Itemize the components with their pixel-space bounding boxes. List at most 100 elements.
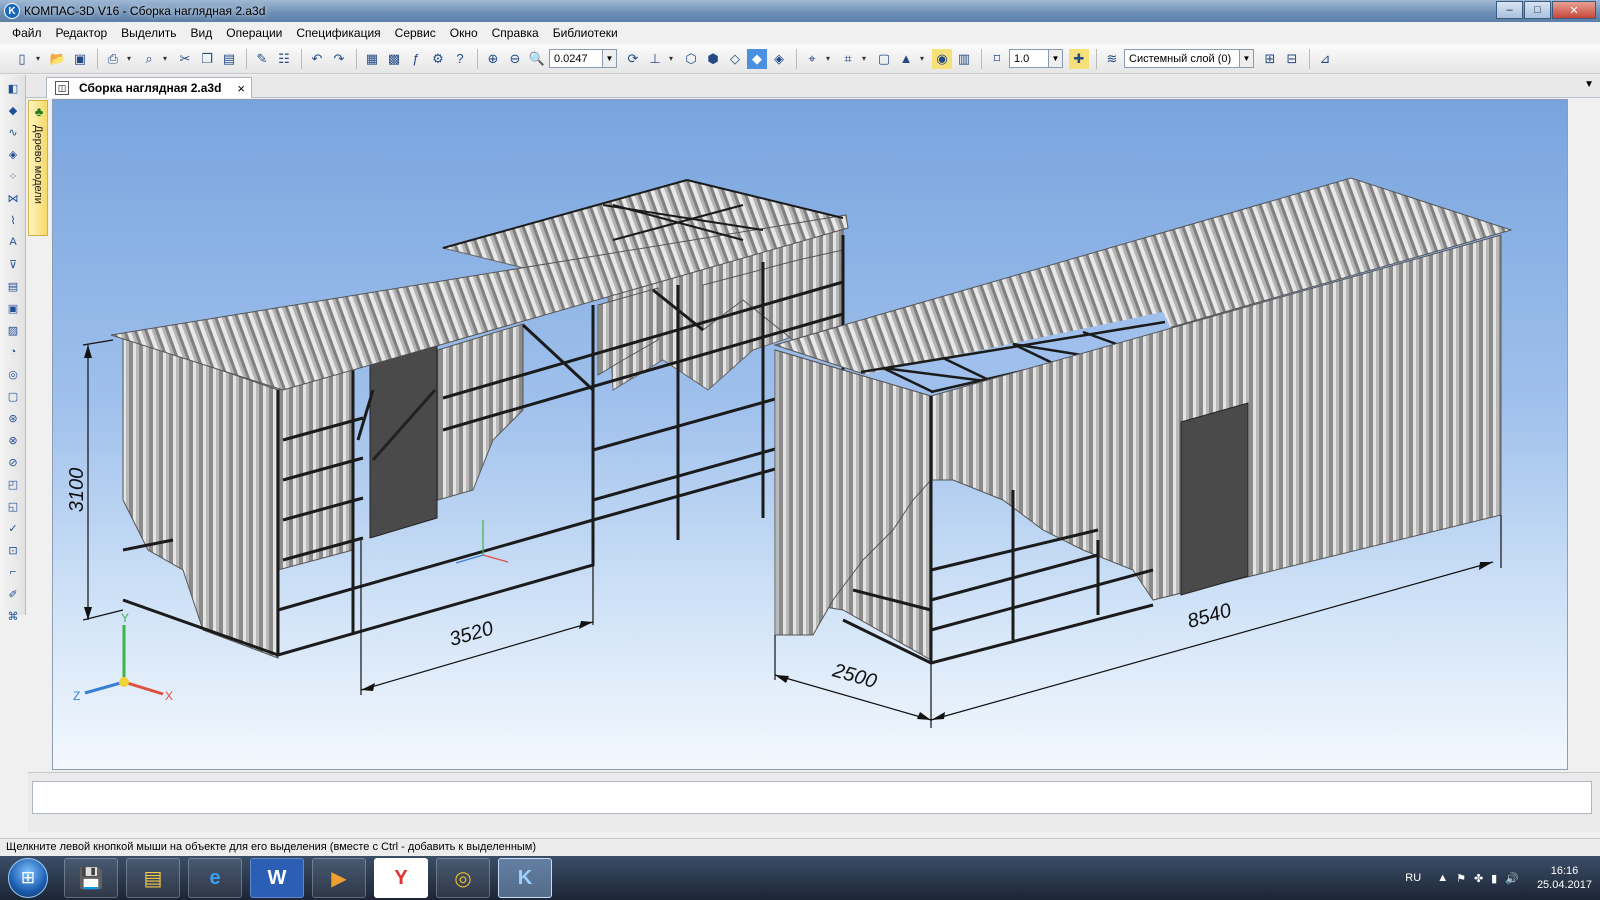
clock[interactable]: 16:16 25.04.2017 xyxy=(1537,864,1592,892)
no-hidden-lines-icon[interactable]: ◇ xyxy=(725,49,745,69)
save-icon[interactable]: ▣ xyxy=(70,49,90,69)
measure-icon[interactable]: ⚙ xyxy=(428,49,448,69)
properties-field[interactable] xyxy=(32,781,1592,814)
section-icon[interactable]: ◰ xyxy=(4,475,22,493)
layers-icon[interactable]: ≋ xyxy=(1102,49,1122,69)
weld-icon[interactable]: ⊛ xyxy=(4,409,22,427)
properties-icon[interactable]: ☷ xyxy=(274,49,294,69)
network-icon[interactable]: ▮ xyxy=(1491,872,1497,885)
edit-part-icon[interactable]: ▲ xyxy=(896,49,916,69)
cube-icon[interactable]: ◆ xyxy=(4,101,22,119)
open-icon[interactable]: 📂 xyxy=(48,49,68,69)
start-button[interactable]: ⊞ xyxy=(8,858,48,898)
layer-dropdown-icon[interactable]: ▼ xyxy=(1240,49,1254,68)
menu-window[interactable]: Окно xyxy=(450,26,478,40)
local-cs-icon[interactable]: ⊞ xyxy=(1260,49,1280,69)
constraints-icon[interactable]: ⊟ xyxy=(1282,49,1302,69)
zoom-window-icon[interactable]: ⊕ xyxy=(483,49,503,69)
menu-file[interactable]: Файл xyxy=(12,26,42,40)
snap-icon[interactable]: ⌗ xyxy=(838,49,858,69)
print-icon[interactable]: ⎙ xyxy=(103,49,123,69)
zoom-all-icon[interactable]: ⊖ xyxy=(505,49,525,69)
format-painter-icon[interactable]: ✎ xyxy=(252,49,272,69)
array-icon[interactable]: ⁘ xyxy=(4,167,22,185)
annotation-icon[interactable]: A xyxy=(4,233,22,251)
taskbar-chrome-icon[interactable]: ◎ xyxy=(436,858,490,898)
shaded-edges-icon[interactable]: ◈ xyxy=(769,49,789,69)
manager-icon[interactable]: ▦ xyxy=(362,49,382,69)
drawing-icon[interactable]: ⌘ xyxy=(4,607,22,625)
left-door[interactable] xyxy=(369,345,438,539)
edit-icon[interactable]: ✓ xyxy=(4,519,22,537)
new-document-icon[interactable]: ▯ xyxy=(12,49,32,69)
language-indicator[interactable]: RU xyxy=(1405,872,1421,884)
orientation-dropdown-icon[interactable]: ▾ xyxy=(667,49,675,69)
part-icon[interactable]: ▢ xyxy=(874,49,894,69)
display-icon[interactable]: ◉ xyxy=(932,48,952,69)
sheet-metal-icon[interactable]: ◎ xyxy=(4,365,22,383)
menu-service[interactable]: Сервис xyxy=(395,26,436,40)
mate-icon[interactable]: ⋈ xyxy=(4,189,22,207)
help-pointer-icon[interactable]: ? xyxy=(450,49,470,69)
menu-libraries[interactable]: Библиотеки xyxy=(553,26,618,40)
tray-app-icon[interactable]: ✤ xyxy=(1474,872,1483,885)
frame-icon[interactable]: ▢ xyxy=(4,387,22,405)
3d-viewport[interactable]: 3100 3520 2500 8540 Y X Z xyxy=(52,99,1568,770)
edit-part-dropdown-icon[interactable]: ▾ xyxy=(918,49,926,69)
close-button[interactable]: ✕ xyxy=(1552,1,1596,19)
redo-icon[interactable]: ↷ xyxy=(329,49,349,69)
layout-icon[interactable]: ▥ xyxy=(954,49,974,69)
taskbar-yandex-icon[interactable]: Y xyxy=(374,858,428,898)
taskbar-word-icon[interactable]: W xyxy=(250,858,304,898)
undo-icon[interactable]: ↶ xyxy=(307,49,327,69)
menu-help[interactable]: Справка xyxy=(492,26,539,40)
assembly-tool-icon[interactable]: ⊿ xyxy=(1315,49,1335,69)
taskbar-ie-icon[interactable]: e xyxy=(188,858,242,898)
taskbar-explorer-icon[interactable]: ▤ xyxy=(126,858,180,898)
picture-icon[interactable]: ▨ xyxy=(4,321,22,339)
step-input[interactable] xyxy=(1009,49,1049,68)
paste-icon[interactable]: ▤ xyxy=(219,49,239,69)
maximize-button[interactable]: □ xyxy=(1524,1,1551,19)
new-dropdown-icon[interactable]: ▾ xyxy=(34,49,42,69)
zoom-dropdown-icon[interactable]: ▼ xyxy=(603,49,617,68)
document-tab[interactable]: ◫ Сборка наглядная 2.a3d × xyxy=(46,77,252,98)
wireframe-icon[interactable]: ⬡ xyxy=(681,49,701,69)
right-module[interactable] xyxy=(773,177,1513,665)
snap-dropdown-icon[interactable]: ▾ xyxy=(860,49,868,69)
shaded-icon[interactable]: ◆ xyxy=(747,48,767,69)
menu-operations[interactable]: Операции xyxy=(226,26,282,40)
menu-select[interactable]: Выделить xyxy=(121,26,176,40)
tab-overflow-icon[interactable]: ▼ xyxy=(1584,79,1594,90)
bolt-icon[interactable]: ⊗ xyxy=(4,431,22,449)
menu-view[interactable]: Вид xyxy=(191,26,213,40)
selection-filter-icon[interactable]: ⌖ xyxy=(802,49,822,69)
rotate-icon[interactable]: ⟳ xyxy=(623,49,643,69)
selection-filter-dropdown-icon[interactable]: ▾ xyxy=(824,49,832,69)
step-icon[interactable]: ⌑ xyxy=(987,49,1007,69)
zoom-scale-input[interactable] xyxy=(549,49,603,68)
minimize-button[interactable]: ‒ xyxy=(1496,1,1523,19)
spring-icon[interactable]: ⊘ xyxy=(4,453,22,471)
cursor-snap-icon[interactable]: ✚ xyxy=(1069,48,1089,69)
taskbar-media-icon[interactable]: ▶ xyxy=(312,858,366,898)
menu-specification[interactable]: Спецификация xyxy=(296,26,380,40)
tab-close-icon[interactable]: × xyxy=(237,81,245,96)
filter-icon[interactable]: ⊽ xyxy=(4,255,22,273)
flag-icon[interactable]: ⚑ xyxy=(1456,872,1466,885)
pipe-icon[interactable]: ◔ xyxy=(4,343,22,361)
surface-icon[interactable]: ◈ xyxy=(4,145,22,163)
taskbar-kompas-icon[interactable]: K xyxy=(498,858,552,898)
hidden-lines-icon[interactable]: ⬢ xyxy=(703,49,723,69)
print-dropdown-icon[interactable]: ▾ xyxy=(125,49,133,69)
extrude-icon[interactable]: ◧ xyxy=(4,79,22,97)
sketch-icon[interactable]: ✐ xyxy=(4,585,22,603)
volume-icon[interactable]: 🔊 xyxy=(1505,872,1519,885)
menu-editor[interactable]: Редактор xyxy=(56,26,108,40)
taskbar-save-icon[interactable]: 💾 xyxy=(64,858,118,898)
right-door[interactable] xyxy=(1180,402,1249,596)
left-module[interactable] xyxy=(110,179,849,659)
clip-icon[interactable]: ⌇ xyxy=(4,211,22,229)
library-manager-icon[interactable]: ▩ xyxy=(384,49,404,69)
orientation-icon[interactable]: ⊥ xyxy=(645,49,665,69)
